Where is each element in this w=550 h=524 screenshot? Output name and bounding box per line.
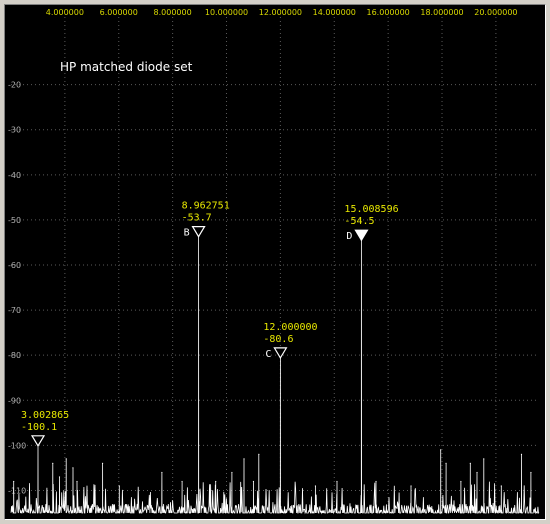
y-tick-label: -90 xyxy=(8,396,21,405)
peak-point xyxy=(252,480,255,483)
peak-point xyxy=(13,480,15,483)
peak-point xyxy=(500,485,502,487)
peak-point xyxy=(375,480,377,483)
analyzer-window: 4.000000 6.000000 8.000000 10.000000 12.0000… xyxy=(0,0,550,524)
marker-frequency: 3.002865 xyxy=(21,410,69,421)
x-tick-label: 12.000000 xyxy=(259,8,302,17)
marker-level: -100.1 xyxy=(21,422,57,433)
peak-point xyxy=(76,480,78,483)
peak-point xyxy=(520,453,523,455)
y-tick-label: -110 xyxy=(8,486,26,495)
peak-point xyxy=(336,480,338,483)
x-tick-label: 18.000000 xyxy=(420,8,463,17)
marker-triangle xyxy=(354,229,369,242)
peak-point xyxy=(118,485,120,487)
peak-point xyxy=(58,476,61,478)
marker-frequency: 12.000000 xyxy=(263,322,317,333)
y-tick-label: -40 xyxy=(8,171,21,180)
peak-point xyxy=(215,480,217,483)
peak-point xyxy=(231,471,233,474)
marker-frequency: 15.008596 xyxy=(344,204,398,215)
y-tick-label: -60 xyxy=(8,261,21,270)
marker-triangle xyxy=(30,435,46,447)
x-tick-label: 16.000000 xyxy=(367,8,410,17)
y-tick-label: -30 xyxy=(8,126,21,135)
chart-title: HP matched diode set xyxy=(60,60,193,74)
x-tick-label: 4.000000 xyxy=(46,8,84,17)
y-tick-label: -100 xyxy=(8,441,26,450)
x-tick-label: 10.000000 xyxy=(205,8,248,17)
marker-letter: C xyxy=(265,349,271,360)
peak-point xyxy=(72,467,74,469)
peak-point xyxy=(445,462,447,464)
peak-point xyxy=(101,462,104,464)
spectrum-plot-area: 4.000000 6.000000 8.000000 10.000000 12.0000… xyxy=(4,4,546,520)
marker-level: -54.5 xyxy=(344,216,374,227)
peak-point xyxy=(483,458,485,460)
peak-point xyxy=(460,480,462,483)
x-axis-ticks: 4.000000 6.000000 8.000000 10.000000 12.0000… xyxy=(46,8,518,17)
peak-point xyxy=(243,458,245,460)
marker-letter: D xyxy=(346,231,352,242)
x-tick-label: 14.000000 xyxy=(313,8,356,17)
peak-point xyxy=(530,471,532,474)
spectrum-trace xyxy=(10,235,540,515)
x-tick-label: 6.000000 xyxy=(100,8,138,17)
y-tick-label: -20 xyxy=(8,81,21,90)
peak-point xyxy=(440,449,442,451)
marker-triangle xyxy=(273,347,288,360)
peak-point xyxy=(52,462,54,464)
peak-point xyxy=(161,471,163,474)
peak-point xyxy=(258,453,260,455)
marker-level: -80.6 xyxy=(263,334,293,345)
spectrum-chart: 4.000000 6.000000 8.000000 10.000000 12.0000… xyxy=(8,8,540,515)
x-tick-label: 8.000000 xyxy=(154,8,192,17)
marker-triangle xyxy=(191,225,206,238)
markers: B8.962751-53.7C12.000000-80.6D15.008596-… xyxy=(21,201,399,447)
grid xyxy=(11,17,539,513)
peak-point xyxy=(181,480,183,483)
peak-point xyxy=(476,471,478,474)
y-tick-label: -80 xyxy=(8,351,21,360)
marker-level: -53.7 xyxy=(182,213,212,224)
peak-point xyxy=(469,462,471,464)
y-tick-label: -50 xyxy=(8,216,21,225)
x-tick-label: 20.000000 xyxy=(474,8,517,17)
peak-point xyxy=(410,485,412,487)
peak-point xyxy=(314,485,317,487)
marker-frequency: 8.962751 xyxy=(182,201,230,212)
y-tick-label: -70 xyxy=(8,306,21,315)
marker-letter: B xyxy=(184,228,190,239)
y-axis-ticks: -20 -30 -40 -50 -60 -70 -80 -90 -100 -110 xyxy=(8,81,26,496)
trace-line xyxy=(10,236,540,515)
peak-point xyxy=(65,458,67,460)
